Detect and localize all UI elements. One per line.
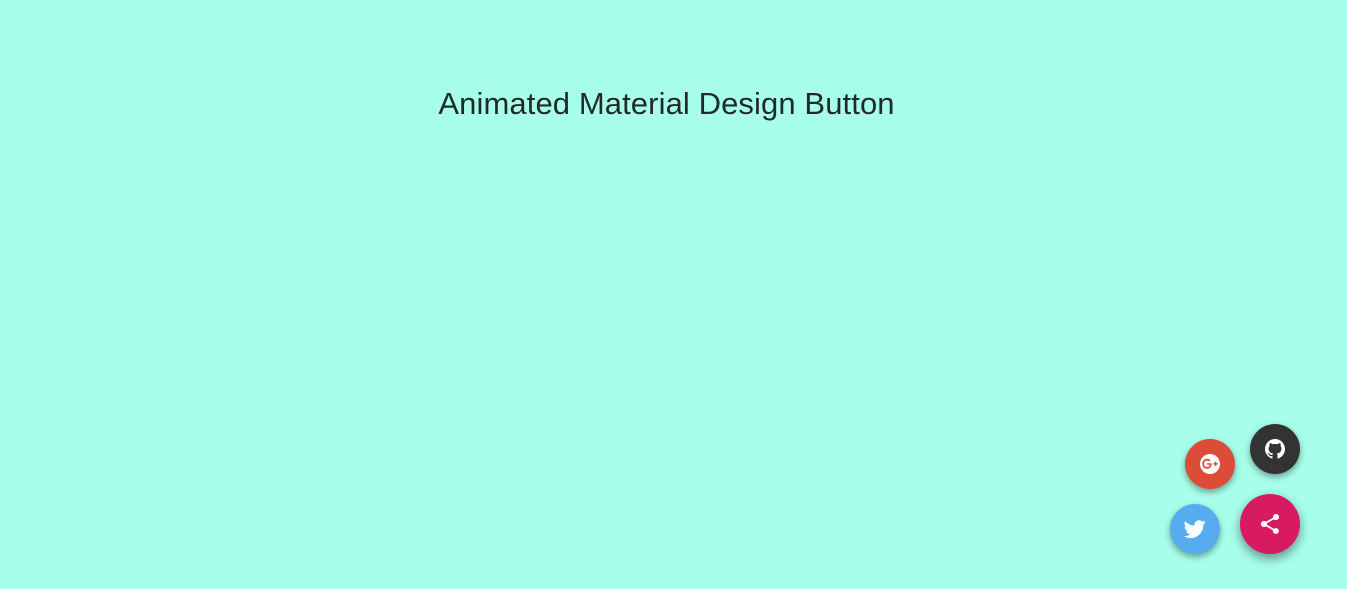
- github-icon: [1265, 439, 1285, 459]
- twitter-button[interactable]: [1170, 504, 1220, 554]
- page-title: Animated Material Design Button: [438, 86, 895, 121]
- github-button[interactable]: [1250, 424, 1300, 474]
- google-plus-button[interactable]: [1185, 439, 1235, 489]
- share-fab-button[interactable]: [1240, 494, 1300, 554]
- twitter-icon: [1184, 518, 1206, 540]
- google-plus-icon: [1200, 454, 1220, 474]
- share-icon: [1258, 512, 1282, 536]
